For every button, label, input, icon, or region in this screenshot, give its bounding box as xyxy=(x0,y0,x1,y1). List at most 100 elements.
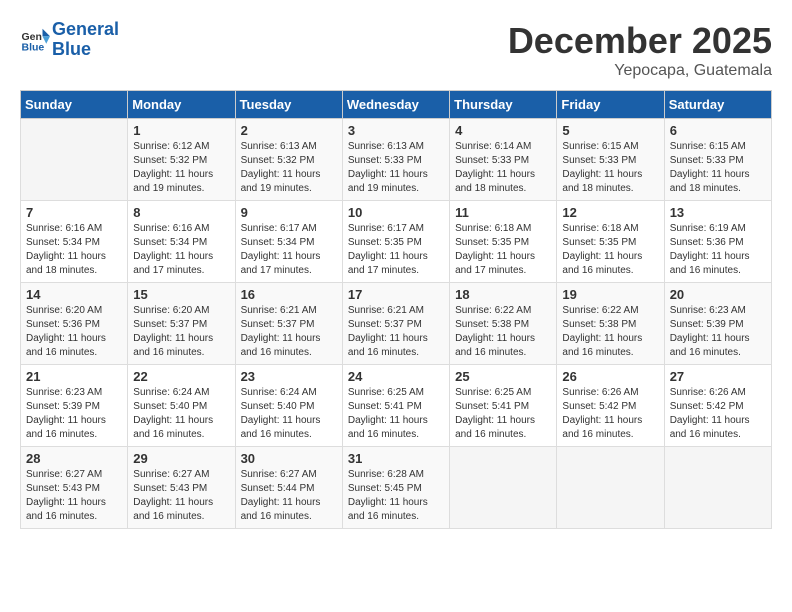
calendar-cell: 11Sunrise: 6:18 AM Sunset: 5:35 PM Dayli… xyxy=(450,201,557,283)
day-info: Sunrise: 6:13 AM Sunset: 5:33 PM Dayligh… xyxy=(348,140,444,196)
header-friday: Friday xyxy=(557,91,664,119)
day-number: 13 xyxy=(670,205,766,220)
calendar-cell: 19 Sunrise: 6:22 AM Sunset: 5:38 PM Dayli… xyxy=(557,283,664,365)
day-number: 18 xyxy=(455,287,551,302)
header-wednesday: Wednesday xyxy=(342,91,449,119)
day-info: Sunrise: 6:22 AM Sunset: 5:38 PM Dayligh… xyxy=(562,304,658,360)
svg-text:Blue: Blue xyxy=(22,41,45,53)
calendar-cell: 31 Sunrise: 6:28 AM Sunset: 5:45 PM Dayli… xyxy=(342,447,449,529)
calendar-table: SundayMondayTuesdayWednesdayThursdayFrid… xyxy=(20,90,772,529)
day-info: Sunrise: 6:12 AM Sunset: 5:32 PM Dayligh… xyxy=(133,140,229,196)
header-monday: Monday xyxy=(128,91,235,119)
header-sunday: Sunday xyxy=(21,91,128,119)
day-info: Sunrise: 6:13 AM Sunset: 5:32 PM Dayligh… xyxy=(241,140,337,196)
day-number: 7 xyxy=(26,205,122,220)
day-info: Sunrise: 6:21 AM Sunset: 5:37 PM Dayligh… xyxy=(348,304,444,360)
header-tuesday: Tuesday xyxy=(235,91,342,119)
day-number: 3 xyxy=(348,123,444,138)
day-info: Sunrise: 6:18 AM Sunset: 5:35 PM Dayligh… xyxy=(455,222,551,278)
day-number: 15 xyxy=(133,287,229,302)
calendar-cell: 3 Sunrise: 6:13 AM Sunset: 5:33 PM Daylig… xyxy=(342,119,449,201)
day-number: 14 xyxy=(26,287,122,302)
day-info: Sunrise: 6:27 AM Sunset: 5:44 PM Dayligh… xyxy=(241,468,337,524)
day-number: 20 xyxy=(670,287,766,302)
calendar-cell xyxy=(21,119,128,201)
day-info: Sunrise: 6:15 AM Sunset: 5:33 PM Dayligh… xyxy=(562,140,658,196)
calendar-cell xyxy=(664,447,771,529)
calendar-cell: 18 Sunrise: 6:22 AM Sunset: 5:38 PM Dayli… xyxy=(450,283,557,365)
calendar-week-4: 21Sunrise: 6:23 AM Sunset: 5:39 PM Dayli… xyxy=(21,365,772,447)
calendar-cell: 24Sunrise: 6:25 AM Sunset: 5:41 PM Dayli… xyxy=(342,365,449,447)
day-info: Sunrise: 6:25 AM Sunset: 5:41 PM Dayligh… xyxy=(348,386,444,442)
calendar-cell: 8Sunrise: 6:16 AM Sunset: 5:34 PM Daylig… xyxy=(128,201,235,283)
calendar-cell: 26 Sunrise: 6:26 AM Sunset: 5:42 PM Dayli… xyxy=(557,365,664,447)
calendar-cell: 30 Sunrise: 6:27 AM Sunset: 5:44 PM Dayli… xyxy=(235,447,342,529)
day-number: 31 xyxy=(348,451,444,466)
logo-icon: Gen Blue xyxy=(20,25,50,55)
day-number: 22 xyxy=(133,369,229,384)
calendar-cell: 16Sunrise: 6:21 AM Sunset: 5:37 PM Dayli… xyxy=(235,283,342,365)
day-info: Sunrise: 6:16 AM Sunset: 5:34 PM Dayligh… xyxy=(26,222,122,278)
calendar-cell: 1Sunrise: 6:12 AM Sunset: 5:32 PM Daylig… xyxy=(128,119,235,201)
day-number: 30 xyxy=(241,451,337,466)
day-info: Sunrise: 6:24 AM Sunset: 5:40 PM Dayligh… xyxy=(133,386,229,442)
day-number: 9 xyxy=(241,205,337,220)
calendar-cell: 29Sunrise: 6:27 AM Sunset: 5:43 PM Dayli… xyxy=(128,447,235,529)
calendar-cell: 10Sunrise: 6:17 AM Sunset: 5:35 PM Dayli… xyxy=(342,201,449,283)
day-number: 23 xyxy=(241,369,337,384)
location-subtitle: Yepocapa, Guatemala xyxy=(508,62,772,80)
calendar-cell: 5 Sunrise: 6:15 AM Sunset: 5:33 PM Daylig… xyxy=(557,119,664,201)
calendar-cell: 12 Sunrise: 6:18 AM Sunset: 5:35 PM Dayli… xyxy=(557,201,664,283)
page-header: Gen Blue GeneralBlue December 2025 Yepoc… xyxy=(20,20,772,80)
calendar-cell xyxy=(557,447,664,529)
day-number: 27 xyxy=(670,369,766,384)
calendar-cell: 22 Sunrise: 6:24 AM Sunset: 5:40 PM Dayli… xyxy=(128,365,235,447)
calendar-cell: 21Sunrise: 6:23 AM Sunset: 5:39 PM Dayli… xyxy=(21,365,128,447)
logo: Gen Blue GeneralBlue xyxy=(20,20,119,60)
day-number: 21 xyxy=(26,369,122,384)
day-info: Sunrise: 6:28 AM Sunset: 5:45 PM Dayligh… xyxy=(348,468,444,524)
calendar-cell: 7 Sunrise: 6:16 AM Sunset: 5:34 PM Daylig… xyxy=(21,201,128,283)
day-info: Sunrise: 6:22 AM Sunset: 5:38 PM Dayligh… xyxy=(455,304,551,360)
day-info: Sunrise: 6:24 AM Sunset: 5:40 PM Dayligh… xyxy=(241,386,337,442)
calendar-cell: 2 Sunrise: 6:13 AM Sunset: 5:32 PM Daylig… xyxy=(235,119,342,201)
calendar-header-row: SundayMondayTuesdayWednesdayThursdayFrid… xyxy=(21,91,772,119)
calendar-cell: 25 Sunrise: 6:25 AM Sunset: 5:41 PM Dayli… xyxy=(450,365,557,447)
day-info: Sunrise: 6:19 AM Sunset: 5:36 PM Dayligh… xyxy=(670,222,766,278)
calendar-cell xyxy=(450,447,557,529)
day-info: Sunrise: 6:25 AM Sunset: 5:41 PM Dayligh… xyxy=(455,386,551,442)
calendar-week-1: 1Sunrise: 6:12 AM Sunset: 5:32 PM Daylig… xyxy=(21,119,772,201)
title-block: December 2025 Yepocapa, Guatemala xyxy=(508,20,772,80)
day-number: 16 xyxy=(241,287,337,302)
day-info: Sunrise: 6:17 AM Sunset: 5:34 PM Dayligh… xyxy=(241,222,337,278)
day-info: Sunrise: 6:16 AM Sunset: 5:34 PM Dayligh… xyxy=(133,222,229,278)
day-info: Sunrise: 6:26 AM Sunset: 5:42 PM Dayligh… xyxy=(562,386,658,442)
day-number: 6 xyxy=(670,123,766,138)
day-number: 28 xyxy=(26,451,122,466)
month-title: December 2025 xyxy=(508,20,772,62)
day-number: 29 xyxy=(133,451,229,466)
calendar-cell: 6 Sunrise: 6:15 AM Sunset: 5:33 PM Daylig… xyxy=(664,119,771,201)
logo-text: GeneralBlue xyxy=(52,20,119,60)
header-thursday: Thursday xyxy=(450,91,557,119)
day-number: 25 xyxy=(455,369,551,384)
calendar-cell: 13 Sunrise: 6:19 AM Sunset: 5:36 PM Dayli… xyxy=(664,201,771,283)
calendar-cell: 9 Sunrise: 6:17 AM Sunset: 5:34 PM Daylig… xyxy=(235,201,342,283)
day-number: 12 xyxy=(562,205,658,220)
day-number: 19 xyxy=(562,287,658,302)
calendar-cell: 15 Sunrise: 6:20 AM Sunset: 5:37 PM Dayli… xyxy=(128,283,235,365)
day-info: Sunrise: 6:18 AM Sunset: 5:35 PM Dayligh… xyxy=(562,222,658,278)
day-number: 17 xyxy=(348,287,444,302)
day-number: 5 xyxy=(562,123,658,138)
calendar-week-5: 28 Sunrise: 6:27 AM Sunset: 5:43 PM Dayli… xyxy=(21,447,772,529)
day-number: 26 xyxy=(562,369,658,384)
calendar-cell: 4Sunrise: 6:14 AM Sunset: 5:33 PM Daylig… xyxy=(450,119,557,201)
day-info: Sunrise: 6:15 AM Sunset: 5:33 PM Dayligh… xyxy=(670,140,766,196)
day-info: Sunrise: 6:27 AM Sunset: 5:43 PM Dayligh… xyxy=(26,468,122,524)
header-saturday: Saturday xyxy=(664,91,771,119)
calendar-cell: 23 Sunrise: 6:24 AM Sunset: 5:40 PM Dayli… xyxy=(235,365,342,447)
day-info: Sunrise: 6:20 AM Sunset: 5:36 PM Dayligh… xyxy=(26,304,122,360)
day-info: Sunrise: 6:20 AM Sunset: 5:37 PM Dayligh… xyxy=(133,304,229,360)
day-number: 2 xyxy=(241,123,337,138)
calendar-week-2: 7 Sunrise: 6:16 AM Sunset: 5:34 PM Daylig… xyxy=(21,201,772,283)
